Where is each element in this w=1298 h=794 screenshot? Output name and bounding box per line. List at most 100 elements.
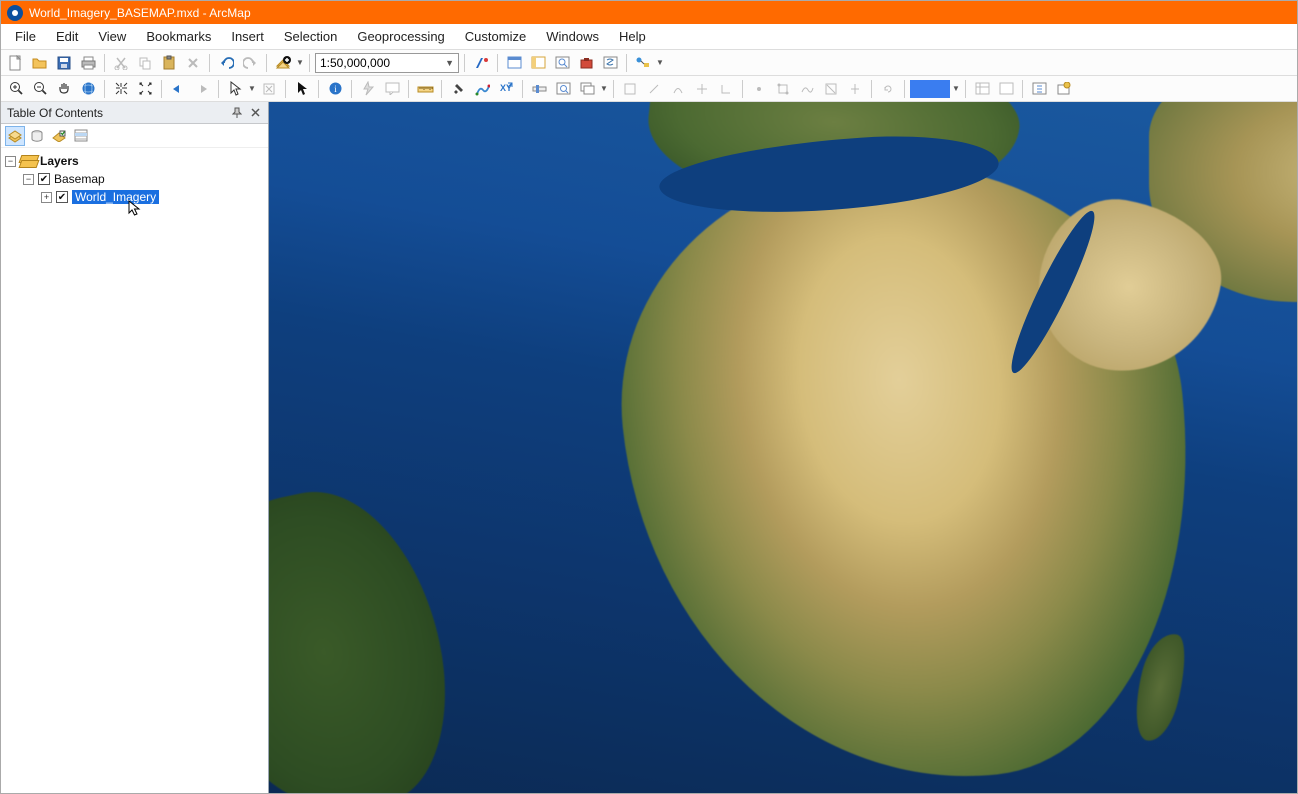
- menu-insert[interactable]: Insert: [221, 26, 274, 47]
- back-extent-icon[interactable]: [167, 78, 189, 100]
- menu-windows[interactable]: Windows: [536, 26, 609, 47]
- dropdown-arrow-icon[interactable]: ▼: [445, 58, 454, 68]
- editor-toolbar-icon[interactable]: [470, 52, 492, 74]
- copy-icon[interactable]: [134, 52, 156, 74]
- viewer-window-icon[interactable]: [576, 78, 598, 100]
- toolbar-separator: [441, 80, 442, 98]
- editor-reshape-icon[interactable]: [796, 78, 818, 100]
- select-features-icon[interactable]: [224, 78, 246, 100]
- paste-icon[interactable]: [158, 52, 180, 74]
- new-document-icon[interactable]: [5, 52, 27, 74]
- toolbar-separator: [209, 54, 210, 72]
- pin-icon[interactable]: [230, 106, 244, 120]
- editor-cut-polygons-icon[interactable]: [820, 78, 842, 100]
- toc-title: Table Of Contents: [7, 106, 103, 120]
- collapse-toggle-icon[interactable]: −: [23, 174, 34, 185]
- map-scale-input[interactable]: 1:50,000,000 ▼: [315, 53, 459, 73]
- menu-customize[interactable]: Customize: [455, 26, 536, 47]
- tree-group-label: Basemap: [54, 172, 105, 186]
- toolbar-separator: [464, 54, 465, 72]
- editor-task-dropdown[interactable]: ▼: [952, 84, 960, 93]
- select-features-dropdown[interactable]: ▼: [248, 84, 256, 93]
- create-features-icon[interactable]: [1028, 78, 1050, 100]
- fixed-zoom-out-icon[interactable]: [134, 78, 156, 100]
- toolbar-separator: [309, 54, 310, 72]
- editor-task-input[interactable]: [910, 80, 950, 98]
- arctoolbox-icon[interactable]: [575, 52, 597, 74]
- menu-geoprocessing[interactable]: Geoprocessing: [347, 26, 454, 47]
- search-window-icon[interactable]: [551, 52, 573, 74]
- find-route-icon[interactable]: [471, 78, 493, 100]
- find-icon[interactable]: [447, 78, 469, 100]
- layer-visibility-checkbox[interactable]: ✔: [56, 191, 68, 203]
- hyperlink-icon[interactable]: [357, 78, 379, 100]
- menu-file[interactable]: File: [5, 26, 46, 47]
- layer-visibility-checkbox[interactable]: ✔: [38, 173, 50, 185]
- tree-layer-row[interactable]: + ✔ World_Imagery: [5, 188, 264, 206]
- editor-attributes-icon[interactable]: [971, 78, 993, 100]
- zoom-in-icon[interactable]: [5, 78, 27, 100]
- editor-edit-vertices-icon[interactable]: [772, 78, 794, 100]
- editor-split-icon[interactable]: [844, 78, 866, 100]
- measure-icon[interactable]: [414, 78, 436, 100]
- tree-layer-label: World_Imagery: [72, 190, 159, 204]
- toolbar-separator: [497, 54, 498, 72]
- editor-arc-segment-icon[interactable]: [667, 78, 689, 100]
- editor-edit-tool-icon[interactable]: [619, 78, 641, 100]
- time-slider-icon[interactable]: [528, 78, 550, 100]
- app-icon: [7, 5, 23, 21]
- menu-edit[interactable]: Edit: [46, 26, 88, 47]
- forward-extent-icon[interactable]: [191, 78, 213, 100]
- cut-icon[interactable]: [110, 52, 132, 74]
- editor-trace-icon[interactable]: [691, 78, 713, 100]
- pan-icon[interactable]: [53, 78, 75, 100]
- model-builder-icon[interactable]: [632, 52, 654, 74]
- select-elements-icon[interactable]: [291, 78, 313, 100]
- open-document-icon[interactable]: [29, 52, 51, 74]
- save-icon[interactable]: [53, 52, 75, 74]
- editor-right-angle-icon[interactable]: [715, 78, 737, 100]
- html-popup-icon[interactable]: [381, 78, 403, 100]
- toc-header: Table Of Contents: [1, 102, 268, 124]
- menu-view[interactable]: View: [88, 26, 136, 47]
- editor-point-icon[interactable]: [748, 78, 770, 100]
- list-by-selection-icon[interactable]: [71, 126, 91, 146]
- menu-bookmarks[interactable]: Bookmarks: [136, 26, 221, 47]
- editor-sketch-properties-icon[interactable]: [995, 78, 1017, 100]
- editor-target-icon[interactable]: [1052, 78, 1074, 100]
- table-of-contents-icon[interactable]: [503, 52, 525, 74]
- python-window-icon[interactable]: [599, 52, 621, 74]
- menu-help[interactable]: Help: [609, 26, 656, 47]
- delete-icon[interactable]: [182, 52, 204, 74]
- list-by-visibility-icon[interactable]: [49, 126, 69, 146]
- clear-selection-icon[interactable]: [258, 78, 280, 100]
- editor-straight-segment-icon[interactable]: [643, 78, 665, 100]
- close-icon[interactable]: [248, 106, 262, 120]
- fixed-zoom-in-icon[interactable]: [110, 78, 132, 100]
- add-data-dropdown[interactable]: ▼: [296, 58, 304, 67]
- menu-selection[interactable]: Selection: [274, 26, 347, 47]
- add-data-icon[interactable]: [272, 52, 294, 74]
- print-icon[interactable]: [77, 52, 99, 74]
- toc-panel: Table Of Contents: [1, 102, 269, 793]
- redo-icon[interactable]: [239, 52, 261, 74]
- go-to-xy-icon[interactable]: XY: [495, 78, 517, 100]
- toolbar-separator: [318, 80, 319, 98]
- identify-icon[interactable]: i: [324, 78, 346, 100]
- viewer-dropdown[interactable]: ▼: [600, 84, 608, 93]
- catalog-window-icon[interactable]: [527, 52, 549, 74]
- list-by-drawing-order-icon[interactable]: [5, 126, 25, 146]
- zoom-out-icon[interactable]: [29, 78, 51, 100]
- collapse-toggle-icon[interactable]: −: [5, 156, 16, 167]
- map-view[interactable]: [269, 102, 1297, 793]
- expand-toggle-icon[interactable]: +: [41, 192, 52, 203]
- tree-group-row[interactable]: − ✔ Basemap: [5, 170, 264, 188]
- toc-tree[interactable]: − Layers − ✔ Basemap + ✔ World_Imagery: [1, 148, 268, 793]
- editor-rotate-icon[interactable]: [877, 78, 899, 100]
- list-by-source-icon[interactable]: [27, 126, 47, 146]
- full-extent-icon[interactable]: [77, 78, 99, 100]
- create-viewer-window-icon[interactable]: [552, 78, 574, 100]
- tree-root-row[interactable]: − Layers: [5, 152, 264, 170]
- undo-icon[interactable]: [215, 52, 237, 74]
- model-builder-dropdown[interactable]: ▼: [656, 58, 664, 67]
